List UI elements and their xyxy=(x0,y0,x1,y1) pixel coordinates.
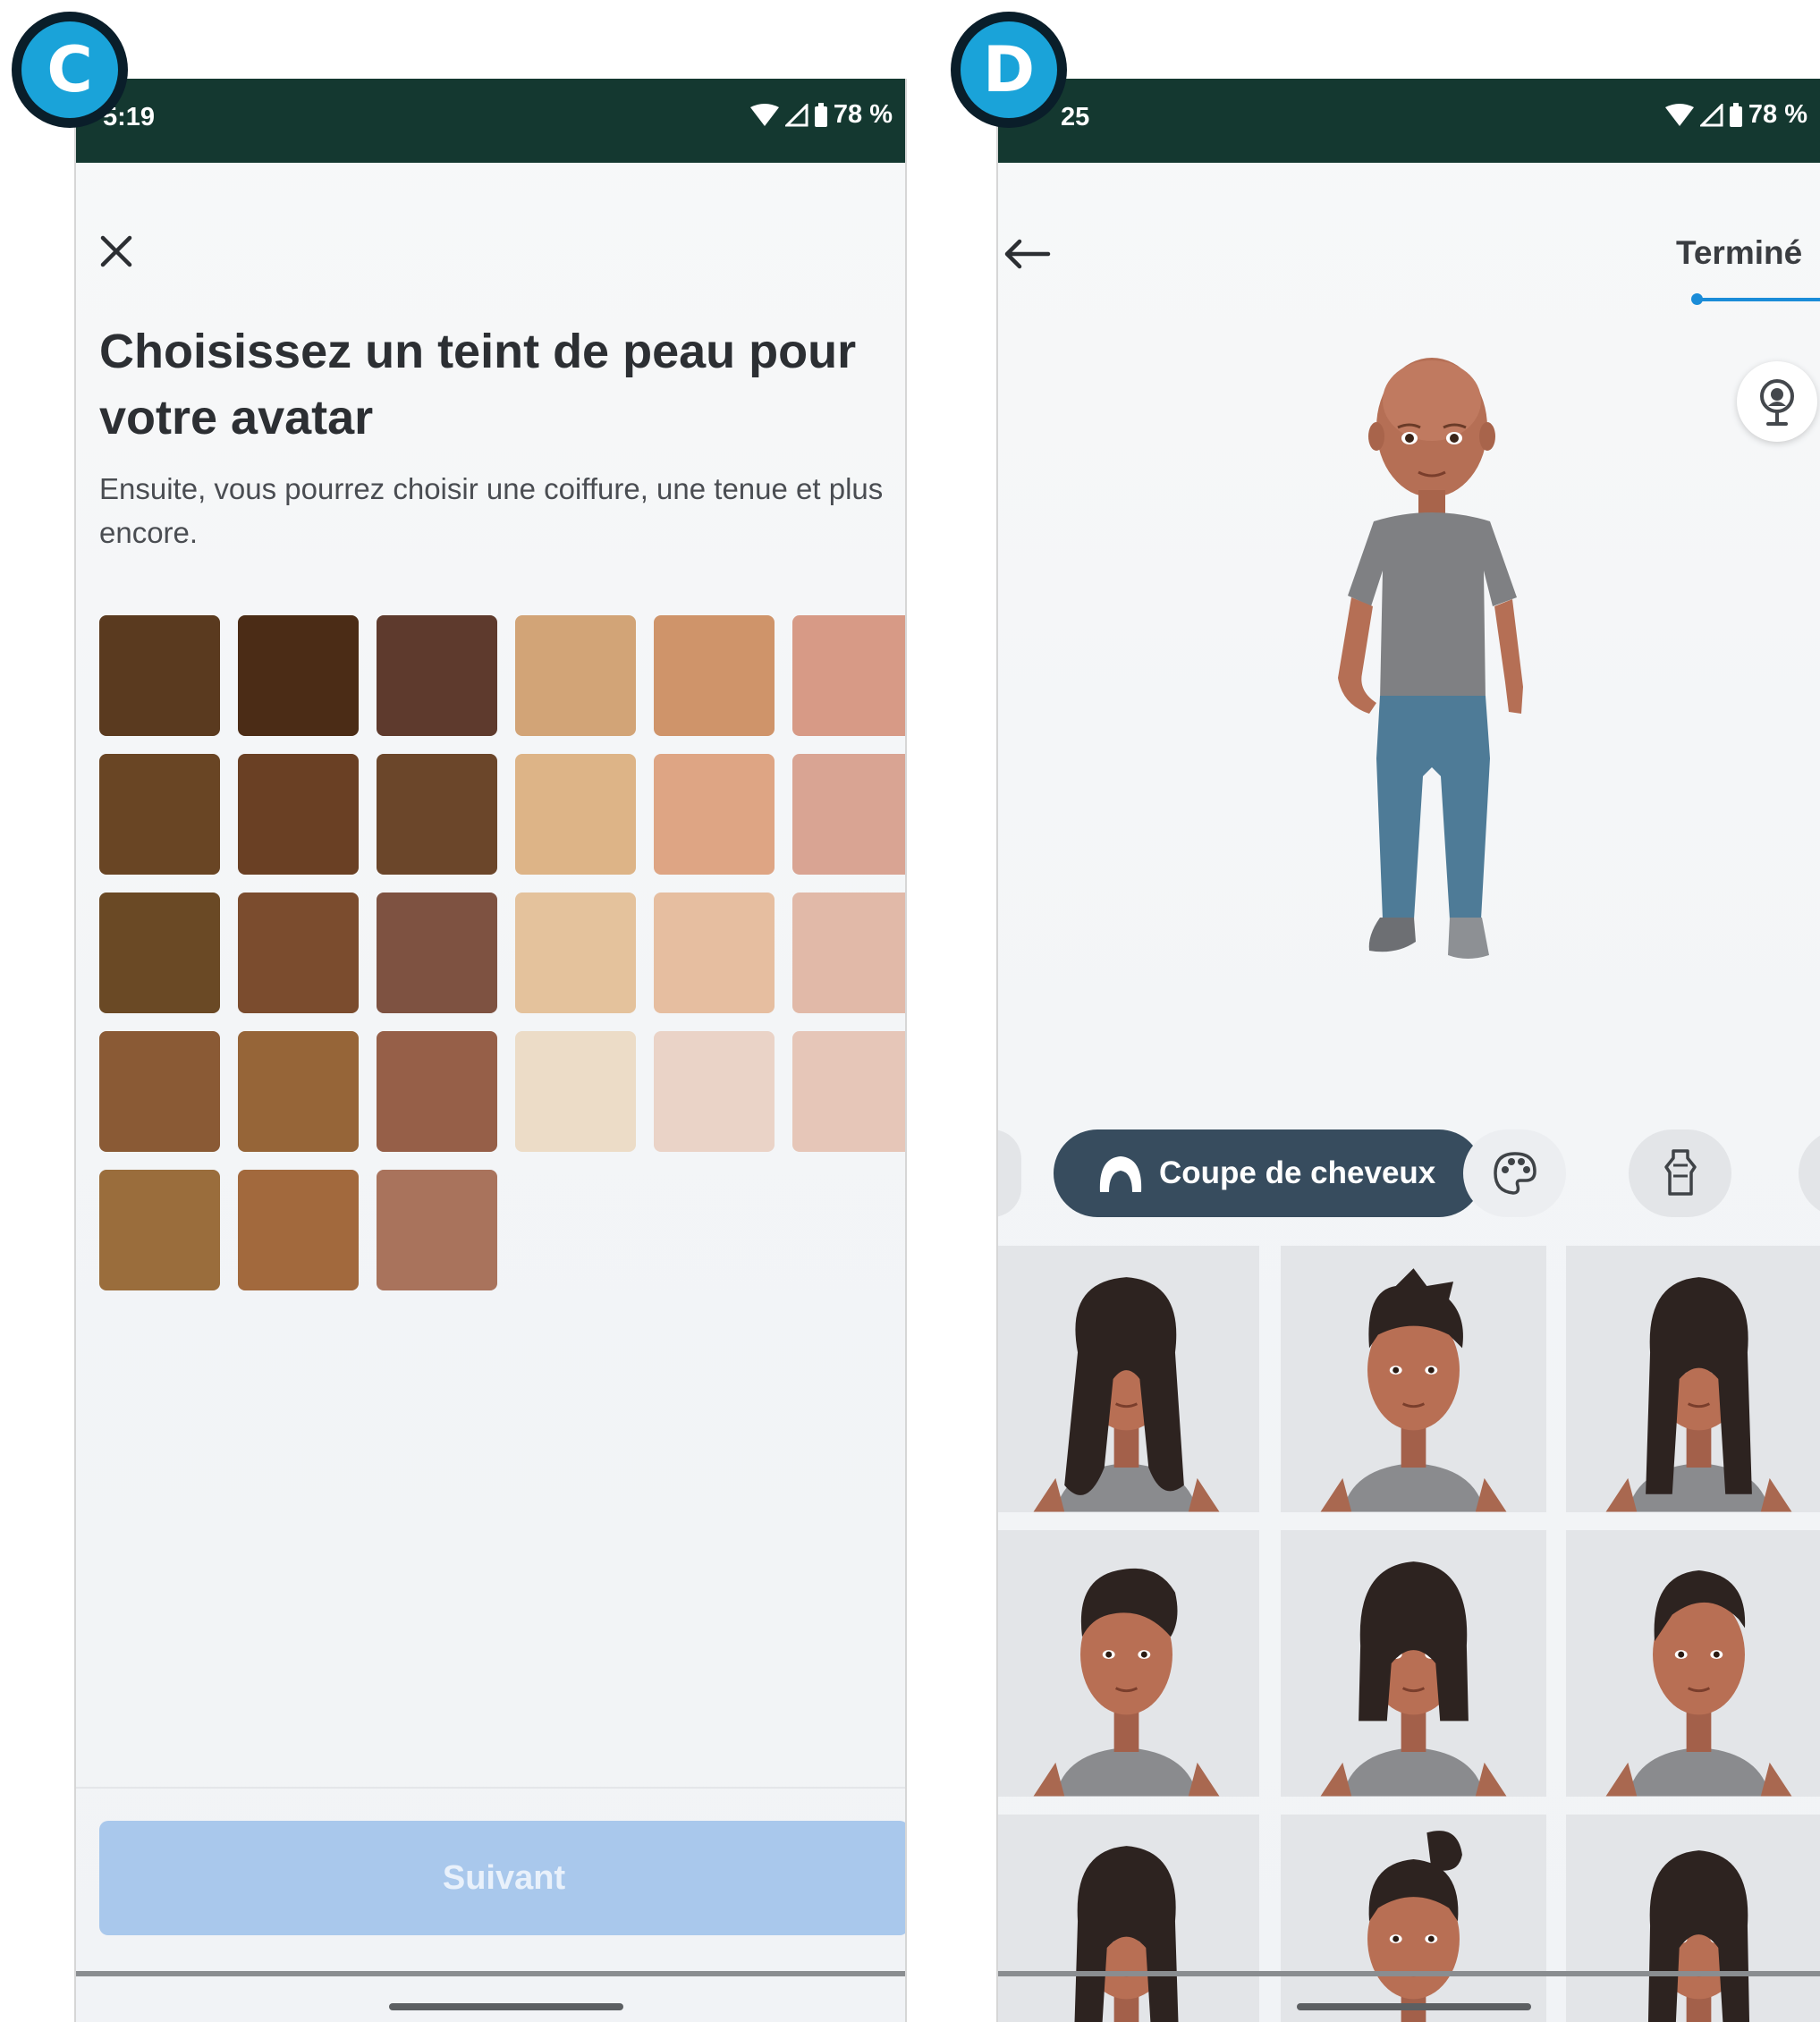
status-indicators: 78 % xyxy=(749,100,893,130)
hair-icon xyxy=(1099,1156,1142,1192)
hairstyle-option-short-quiff[interactable] xyxy=(998,1530,1259,1797)
skin-tone-swatch[interactable] xyxy=(238,893,359,1013)
nav-separator xyxy=(998,1971,1820,1976)
skin-tone-swatch[interactable] xyxy=(99,1170,220,1290)
skin-tone-swatch[interactable] xyxy=(792,893,905,1013)
skin-tone-swatch[interactable] xyxy=(515,1031,636,1152)
status-bar: 5:19 78 % xyxy=(76,79,905,163)
avatar-head-icon xyxy=(1074,1846,1179,2022)
step-badge-letter: D xyxy=(961,21,1057,118)
battery-level: 78 % xyxy=(1748,100,1807,129)
skin-tone-swatch[interactable] xyxy=(238,1031,359,1152)
category-chip-previous[interactable] xyxy=(998,1129,1021,1217)
avatar-head-icon xyxy=(1605,1570,1792,1797)
avatar-head-icon xyxy=(1367,1831,1462,2022)
skin-tone-swatch[interactable] xyxy=(515,893,636,1013)
skin-tone-swatch[interactable] xyxy=(654,893,775,1013)
category-chip-hairstyle[interactable]: Coupe de cheveux xyxy=(1054,1129,1483,1217)
page-title: Choisissez un teint de peau pour votre a… xyxy=(99,325,857,444)
skin-tone-swatch[interactable] xyxy=(377,1170,497,1290)
home-indicator[interactable] xyxy=(1297,2003,1531,2010)
home-indicator[interactable] xyxy=(389,2003,623,2010)
signal-icon xyxy=(784,103,808,126)
skin-tone-swatch[interactable] xyxy=(377,1031,497,1152)
close-icon[interactable] xyxy=(97,233,135,270)
page: 5:19 78 % Choisissez un teint de peau po… xyxy=(0,0,1820,2022)
skin-tone-swatch[interactable] xyxy=(654,615,775,736)
category-chip-label: Coupe de cheveux xyxy=(1159,1155,1436,1190)
avatar-head-icon xyxy=(1605,1277,1792,1512)
hairstyle-option-long-side[interactable] xyxy=(1566,1815,1820,2022)
hairstyle-option-bob[interactable] xyxy=(1281,1530,1546,1797)
hairstyle-option-long-straight[interactable] xyxy=(1566,1246,1820,1512)
signal-icon xyxy=(1699,103,1723,126)
mirror-button[interactable] xyxy=(1737,361,1817,442)
skin-tone-swatch[interactable] xyxy=(377,615,497,736)
status-time: 25 xyxy=(1061,103,1090,131)
skin-tone-swatch[interactable] xyxy=(377,754,497,875)
skin-tone-swatch[interactable] xyxy=(99,893,220,1013)
avatar-head-icon xyxy=(1033,1568,1220,1797)
skin-tone-swatch[interactable] xyxy=(238,1170,359,1290)
category-chip-next[interactable] xyxy=(1799,1129,1820,1217)
step-badge-letter: C xyxy=(21,21,118,118)
hairstyle-option-short-spiky[interactable] xyxy=(1281,1246,1546,1512)
palette-icon xyxy=(1493,1152,1536,1195)
hairstyle-option-long-straight[interactable] xyxy=(998,1815,1259,2022)
avatar-head-icon xyxy=(1033,1277,1220,1512)
nav-separator xyxy=(76,1971,905,1976)
skin-tone-swatch[interactable] xyxy=(654,1031,775,1152)
avatar-head-icon xyxy=(1320,1268,1507,1512)
outfit-icon xyxy=(1663,1149,1697,1196)
battery-level: 78 % xyxy=(833,100,893,129)
category-chip-skin-color[interactable] xyxy=(1463,1129,1566,1217)
skin-tone-swatch[interactable] xyxy=(99,1031,220,1152)
hairstyle-option-short-side[interactable] xyxy=(1566,1530,1820,1797)
phone-screen-d: 25 78 % Terminé Coupe de cheveux xyxy=(996,79,1820,2022)
step-badge-c: C xyxy=(12,12,128,128)
category-chip-outfit[interactable] xyxy=(1629,1129,1731,1217)
skin-tone-swatch[interactable] xyxy=(515,615,636,736)
skin-tone-swatch[interactable] xyxy=(238,754,359,875)
status-indicators: 78 % xyxy=(1664,100,1807,130)
avatar-preview xyxy=(1338,358,1523,959)
hairstyle-option-long-wavy[interactable] xyxy=(998,1246,1259,1512)
skin-tone-swatch[interactable] xyxy=(792,615,905,736)
hairstyle-option-bun[interactable] xyxy=(1281,1815,1546,2022)
wifi-icon xyxy=(1664,103,1694,126)
battery-icon xyxy=(1729,102,1742,127)
page-subtitle: Ensuite, vous pourrez choisir une coiffu… xyxy=(99,472,884,549)
back-arrow-icon[interactable] xyxy=(1000,236,1054,272)
mirror-icon xyxy=(1760,379,1794,426)
skin-tone-swatch[interactable] xyxy=(515,754,636,875)
phone-screen-c: 5:19 78 % Choisissez un teint de peau po… xyxy=(74,79,907,2022)
step-badge-d: D xyxy=(951,12,1067,128)
skin-tone-swatch[interactable] xyxy=(99,615,220,736)
skin-tone-swatch[interactable] xyxy=(99,754,220,875)
progress-bar xyxy=(1696,298,1820,301)
battery-icon xyxy=(814,102,827,127)
avatar-head-icon xyxy=(1320,1561,1507,1797)
progress-dot xyxy=(1691,293,1703,305)
skin-tone-swatch[interactable] xyxy=(377,893,497,1013)
divider xyxy=(76,1787,905,1789)
wifi-icon xyxy=(749,103,779,126)
status-bar: 25 78 % xyxy=(998,79,1820,163)
skin-tone-swatch[interactable] xyxy=(238,615,359,736)
skin-tone-swatch[interactable] xyxy=(792,1031,905,1152)
next-button[interactable]: Suivant xyxy=(99,1821,905,1935)
done-button[interactable]: Terminé xyxy=(1676,234,1802,272)
avatar-head-icon xyxy=(1647,1850,1750,2022)
skin-tone-swatch[interactable] xyxy=(792,754,905,875)
skin-tone-swatch[interactable] xyxy=(654,754,775,875)
